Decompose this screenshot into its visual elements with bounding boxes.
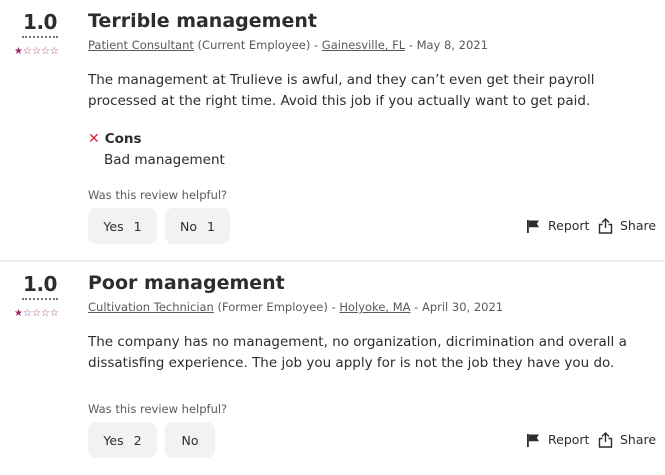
share-button[interactable]: Share [598,218,656,234]
review-title: Poor management [88,272,285,294]
flag-icon [526,219,541,234]
report-button[interactable]: Report [526,218,589,234]
rating-score: 1.0 [22,10,58,38]
employment-status: (Former Employee) - [213,300,340,314]
star-outline-icon: ☆ [49,308,59,319]
helpful-yes-button[interactable]: Yes 2 [88,422,157,458]
report-label: Report [548,218,590,233]
review-meta: Cultivation Technician (Former Employee)… [88,300,503,314]
cons-label: Cons [104,131,142,147]
helpful-no-button[interactable]: No 1 [165,208,230,244]
rating-score: 1.0 [22,272,58,300]
x-icon: ✕ [88,131,100,147]
star-outline-icon: ☆ [40,308,50,319]
star-outline-icon: ☆ [40,46,50,57]
share-icon [598,218,613,234]
star-outline-icon: ☆ [22,46,32,57]
star-rating: ★☆☆☆☆ [14,308,59,320]
helpful-question: Was this review helpful? [88,188,228,202]
yes-count: 2 [133,432,142,448]
star-outline-icon: ☆ [31,308,41,319]
review-card: 1.0 ★☆☆☆☆ Terrible management Patient Co… [0,0,665,260]
flag-icon [526,433,541,448]
job-title-link[interactable]: Patient Consultant [88,38,194,52]
cons-text: Bad management [104,152,225,168]
location-link[interactable]: Gainesville, FL [322,38,405,52]
share-label: Share [620,218,657,233]
review-title: Terrible management [88,10,317,32]
location-link[interactable]: Holyoke, MA [339,300,410,314]
yes-label: Yes [103,218,124,234]
review-body: The company has no management, no organi… [88,334,627,371]
helpful-no-button[interactable]: No [165,422,215,458]
helpful-yes-button[interactable]: Yes 1 [88,208,157,244]
star-outline-icon: ☆ [49,46,59,57]
share-label: Share [620,432,657,447]
no-label: No [180,218,198,234]
review-card: 1.0 ★☆☆☆☆ Poor management Cultivation Te… [0,262,665,475]
star-rating: ★☆☆☆☆ [14,46,59,58]
review-body: The management at Trulieve is awful, and… [88,72,595,109]
star-outline-icon: ☆ [31,46,41,57]
yes-count: 1 [133,218,142,234]
no-label: No [181,432,199,448]
report-label: Report [548,432,590,447]
no-count: 1 [207,218,215,234]
review-date: - April 30, 2021 [410,300,504,314]
cons-heading: ✕ Cons [88,130,142,148]
star-filled-icon: ★ [14,46,23,57]
share-button[interactable]: Share [598,432,656,448]
yes-label: Yes [103,432,124,448]
share-icon [598,432,613,448]
helpful-question: Was this review helpful? [88,402,228,416]
review-date: - May 8, 2021 [405,38,488,52]
star-outline-icon: ☆ [22,308,32,319]
review-meta: Patient Consultant (Current Employee) - … [88,38,488,52]
star-filled-icon: ★ [14,308,23,319]
job-title-link[interactable]: Cultivation Technician [88,300,214,314]
employment-status: (Current Employee) - [193,38,322,52]
report-button[interactable]: Report [526,432,589,448]
